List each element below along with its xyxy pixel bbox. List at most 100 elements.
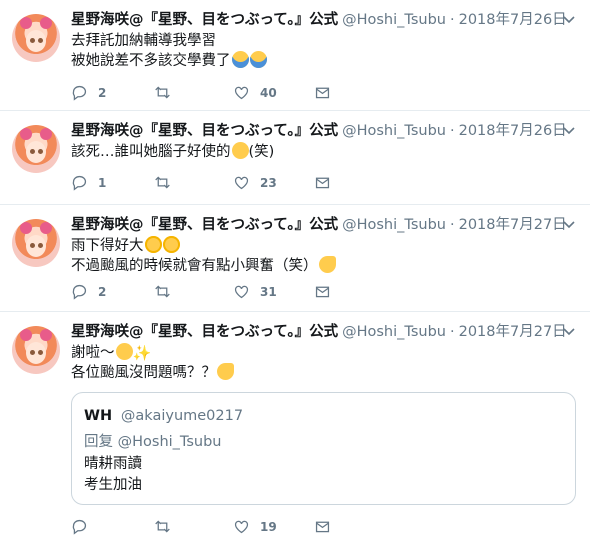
worried-face-icon: [144, 236, 162, 253]
reply-icon: [72, 85, 87, 101]
smiling-face-icon: [115, 343, 133, 360]
reply-button[interactable]: 1: [71, 174, 106, 191]
dm-button[interactable]: [314, 518, 331, 535]
quote-text: 晴耕雨讀 考生加油: [84, 454, 142, 496]
grinning-sweat-face-icon: [318, 256, 336, 273]
reply-count: 1: [98, 175, 107, 190]
dm-button[interactable]: [314, 283, 331, 300]
tweet-date[interactable]: 2018年7月26日: [459, 8, 567, 29]
retweet-button[interactable]: [154, 283, 171, 300]
tweet-header: 星野海咲@『星野、目をつぶって。』公式 @Hoshi_Tsubu · 2018年…: [71, 213, 567, 233]
tweet-actions: 19: [71, 518, 371, 538]
separator: ·: [450, 324, 455, 340]
tweet-actions: 2 31: [71, 283, 371, 303]
retweet-button[interactable]: [154, 84, 171, 101]
retweet-icon: [155, 86, 170, 99]
avatar[interactable]: [12, 125, 60, 173]
dm-button[interactable]: [314, 174, 331, 191]
like-button[interactable]: 23: [233, 174, 277, 191]
face-screaming-icon: [249, 51, 267, 68]
reply-icon: [72, 175, 87, 191]
tweet[interactable]: 星野海咲@『星野、目をつぶって。』公式 @Hoshi_Tsubu · 2018年…: [0, 111, 590, 205]
quote-line: 晴耕雨讀: [84, 456, 142, 472]
envelope-icon: [315, 286, 330, 298]
heart-icon: [234, 176, 249, 190]
separator: ·: [450, 12, 455, 28]
tweet-header: 星野海咲@『星野、目をつぶって。』公式 @Hoshi_Tsubu · 2018年…: [71, 119, 567, 139]
reply-count: 2: [98, 85, 107, 100]
author-handle[interactable]: @Hoshi_Tsubu: [342, 324, 446, 340]
tweet-date[interactable]: 2018年7月26日: [459, 119, 567, 140]
reply-button[interactable]: 2: [71, 283, 106, 300]
separator: ·: [450, 123, 455, 139]
author-name[interactable]: 星野海咲@『星野、目をつぶって。』公式: [71, 320, 338, 341]
author-handle[interactable]: @Hoshi_Tsubu: [342, 123, 446, 139]
sparkles-icon: ✨: [132, 344, 152, 362]
tweet[interactable]: 星野海咲@『星野、目をつぶって。』公式 @Hoshi_Tsubu · 2018年…: [0, 205, 590, 312]
retweet-icon: [155, 285, 170, 298]
chevron-down-icon[interactable]: [562, 217, 576, 231]
quote-line: 考生加油: [84, 477, 142, 493]
tweet-text: 雨下得好大 不過颱風的時候就會有點小興奮（笑）: [71, 236, 571, 276]
tweet[interactable]: 星野海咲@『星野、目をつぶって。』公式 @Hoshi_Tsubu · 2018年…: [0, 0, 590, 111]
like-count: 23: [260, 175, 277, 190]
author-name[interactable]: 星野海咲@『星野、目をつぶって。』公式: [71, 119, 338, 140]
tweet-line: 各位颱風沒問題嗎？？: [71, 363, 571, 383]
retweet-button[interactable]: [154, 518, 171, 535]
chevron-down-icon[interactable]: [562, 324, 576, 338]
tweet-line: 雨下得好大: [71, 236, 571, 256]
tweet-line: 被她說差不多該交學費了: [71, 51, 571, 71]
quote-header: WH @akaiyume0217: [84, 406, 243, 424]
avatar[interactable]: [12, 219, 60, 267]
worried-face-icon: [162, 236, 180, 253]
tweet-date[interactable]: 2018年7月27日: [459, 213, 567, 234]
tweet[interactable]: 星野海咲@『星野、目をつぶって。』公式 @Hoshi_Tsubu · 2018年…: [0, 312, 590, 545]
tweet-line: 去拜託加納輔導我學習: [71, 33, 216, 49]
envelope-icon: [315, 521, 330, 533]
avatar[interactable]: [12, 326, 60, 374]
reply-button[interactable]: [71, 518, 88, 535]
grinning-sweat-face-icon: [217, 363, 234, 380]
chevron-down-icon[interactable]: [562, 123, 576, 137]
like-count: 19: [260, 519, 277, 534]
tweet-line: 謝啦～ ✨: [71, 343, 152, 362]
chevron-down-icon[interactable]: [562, 12, 576, 26]
tweet-text: 謝啦～ ✨ 各位颱風沒問題嗎？？: [71, 343, 571, 383]
reply-icon: [72, 519, 87, 535]
timeline: 星野海咲@『星野、目をつぶって。』公式 @Hoshi_Tsubu · 2018年…: [0, 0, 590, 545]
tweet-line: 該死…誰叫她腦子好使的 (笑): [71, 142, 275, 160]
smirking-face-icon: [231, 142, 249, 159]
envelope-icon: [315, 177, 330, 189]
tweet-text: 該死…誰叫她腦子好使的 (笑): [71, 142, 571, 162]
like-count: 40: [260, 85, 277, 100]
face-screaming-icon: [231, 51, 249, 68]
retweet-icon: [155, 520, 170, 533]
author-name[interactable]: 星野海咲@『星野、目をつぶって。』公式: [71, 213, 338, 234]
author-name[interactable]: 星野海咲@『星野、目をつぶって。』公式: [71, 8, 338, 29]
dm-button[interactable]: [314, 84, 331, 101]
like-button[interactable]: 40: [233, 84, 277, 101]
tweet-date[interactable]: 2018年7月27日: [459, 320, 567, 341]
tweet-text: 去拜託加納輔導我學習 被她說差不多該交學費了: [71, 31, 571, 71]
tweet-line: 不過颱風的時候就會有點小興奮（笑）: [71, 256, 571, 276]
tweet-actions: 2 40: [71, 84, 371, 104]
heart-icon: [234, 520, 249, 534]
reply-button[interactable]: 2: [71, 84, 106, 101]
separator: ·: [450, 217, 455, 233]
like-count: 31: [260, 284, 277, 299]
reply-count: 2: [98, 284, 107, 299]
heart-icon: [234, 285, 249, 299]
retweet-button[interactable]: [154, 174, 171, 191]
author-handle[interactable]: @Hoshi_Tsubu: [342, 217, 446, 233]
reply-icon: [72, 284, 87, 300]
envelope-icon: [315, 87, 330, 99]
like-button[interactable]: 31: [233, 283, 277, 300]
quoted-tweet[interactable]: WH @akaiyume0217 回复 @Hoshi_Tsubu 晴耕雨讀 考生…: [71, 392, 576, 505]
author-handle[interactable]: @Hoshi_Tsubu: [342, 12, 446, 28]
quote-author-name: WH: [84, 408, 113, 424]
like-button[interactable]: 19: [233, 518, 277, 535]
tweet-header: 星野海咲@『星野、目をつぶって。』公式 @Hoshi_Tsubu · 2018年…: [71, 320, 567, 340]
heart-icon: [234, 86, 249, 100]
tweet-header: 星野海咲@『星野、目をつぶって。』公式 @Hoshi_Tsubu · 2018年…: [71, 8, 567, 28]
avatar[interactable]: [12, 14, 60, 62]
